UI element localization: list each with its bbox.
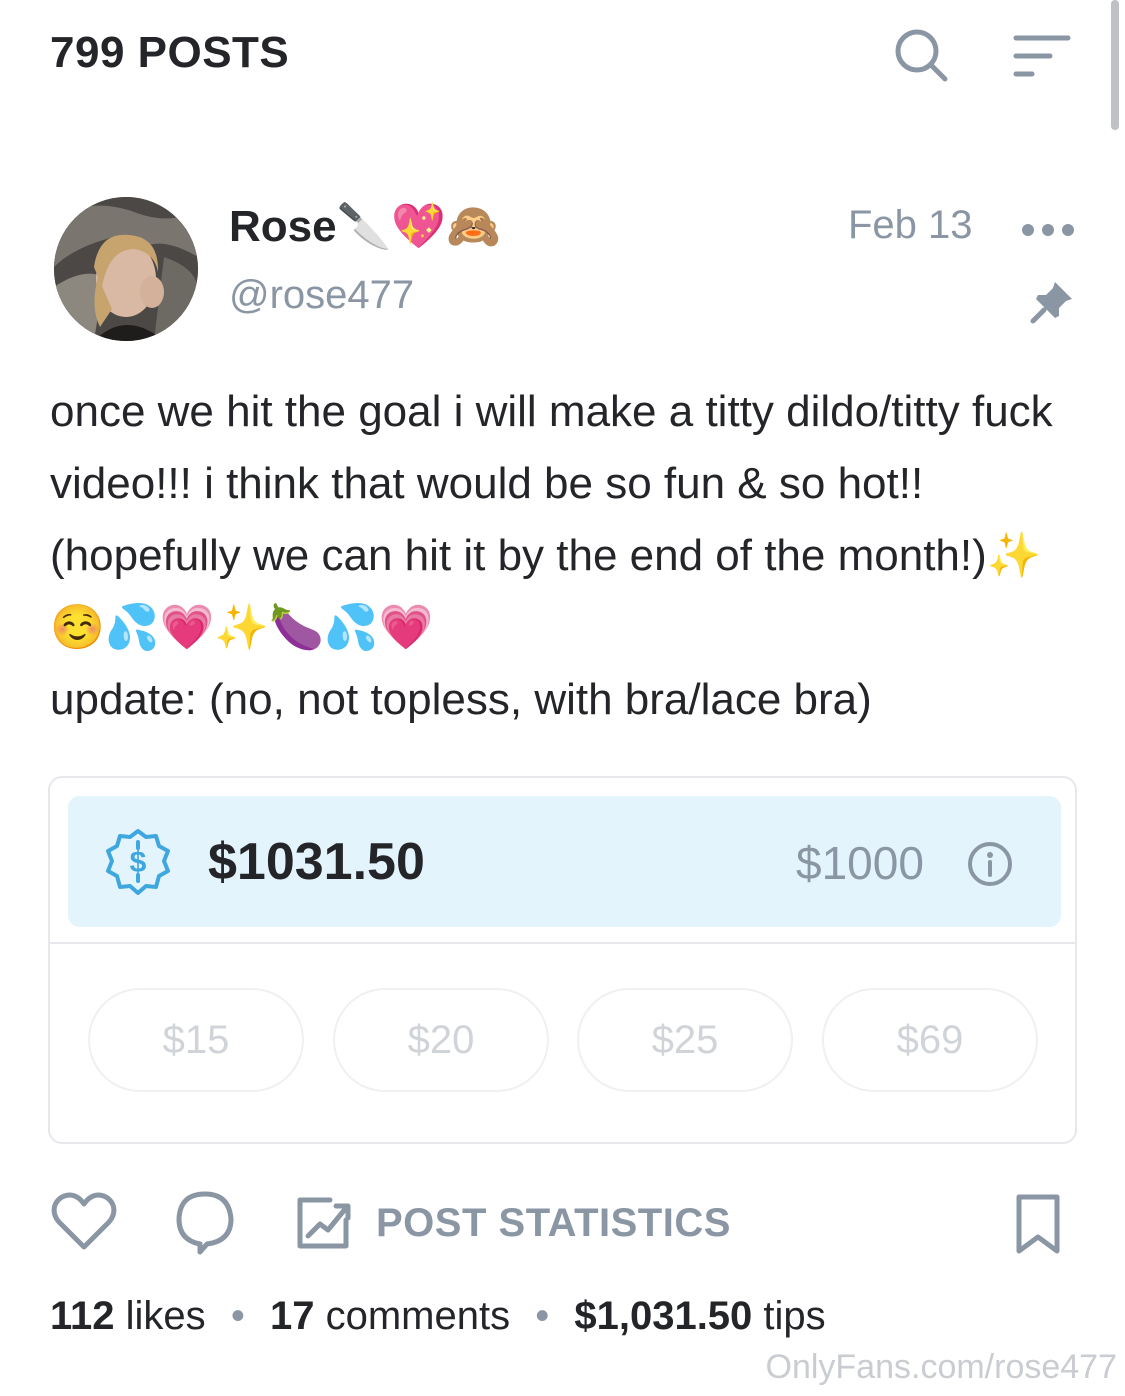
- likes-label[interactable]: likes: [126, 1294, 206, 1338]
- goal-target-amount: $1000: [796, 837, 924, 889]
- goal-progress-bar: $ $1031.50 $1000: [68, 796, 1061, 927]
- tip-goal-card: $ $1031.50 $1000 $15 $20 $25 $69: [48, 776, 1077, 1144]
- chart-trend-icon: [297, 1197, 351, 1249]
- sort-button[interactable]: [1004, 22, 1074, 88]
- watermark: OnlyFans.com/rose477: [765, 1348, 1118, 1386]
- goal-info-button[interactable]: [966, 840, 1014, 888]
- posts-count-title: 799 POSTS: [50, 28, 290, 77]
- comments-count: 17: [269, 1294, 315, 1338]
- author-name[interactable]: Rose🔪💖🙈: [229, 200, 501, 252]
- separator-dot: •: [230, 1294, 245, 1338]
- post-stats-line: 112 likes • 17 comments • $1,031.50 tips: [50, 1294, 826, 1339]
- bookmark-icon: [1016, 1194, 1060, 1254]
- avatar-photo: [54, 197, 198, 341]
- info-icon: [968, 842, 1012, 886]
- post-statistics-label: POST STATISTICS: [376, 1200, 731, 1245]
- post-page: 799 POSTS Rose🔪💖🙈 @rose477 Feb 13 once w…: [0, 0, 1125, 1396]
- comments-label[interactable]: comments: [326, 1294, 511, 1338]
- dollar-badge-icon: $: [106, 829, 170, 895]
- goal-divider: [50, 942, 1075, 944]
- heart-icon: [51, 1192, 117, 1250]
- goal-raised-amount: $1031.50: [208, 833, 425, 891]
- tip-option-button[interactable]: $20: [333, 988, 549, 1092]
- bookmark-button[interactable]: [1008, 1192, 1068, 1258]
- comment-button[interactable]: [172, 1188, 238, 1256]
- more-options-button[interactable]: [1018, 210, 1078, 250]
- post-paragraph: once we hit the goal i will make a titty…: [50, 387, 1065, 652]
- like-button[interactable]: [50, 1188, 118, 1256]
- scrollbar[interactable]: [1111, 0, 1119, 130]
- pin-icon: [1030, 282, 1072, 324]
- post-statistics-button[interactable]: POST STATISTICS: [294, 1190, 731, 1256]
- tips-amount: $1,031.50: [574, 1294, 753, 1338]
- pinned-indicator: [1028, 278, 1076, 326]
- tips-label: tips: [763, 1294, 826, 1338]
- post-date: Feb 13: [848, 203, 973, 247]
- search-icon: [895, 29, 948, 82]
- more-dots-icon: [1022, 224, 1074, 236]
- search-button[interactable]: [888, 22, 954, 88]
- tip-option-button[interactable]: $15: [88, 988, 304, 1092]
- post-text: once we hit the goal i will make a titty…: [50, 376, 1090, 736]
- avatar[interactable]: [54, 197, 198, 341]
- sort-icon: [1013, 35, 1071, 77]
- author-handle[interactable]: @rose477: [229, 273, 414, 318]
- likes-count: 112: [50, 1294, 115, 1338]
- post-paragraph: update: (no, not topless, with bra/lace …: [50, 675, 872, 724]
- tip-option-button[interactable]: $25: [577, 988, 793, 1092]
- separator-dot: •: [535, 1294, 550, 1338]
- tip-option-button[interactable]: $69: [822, 988, 1038, 1092]
- comment-bubble-icon: [176, 1191, 234, 1255]
